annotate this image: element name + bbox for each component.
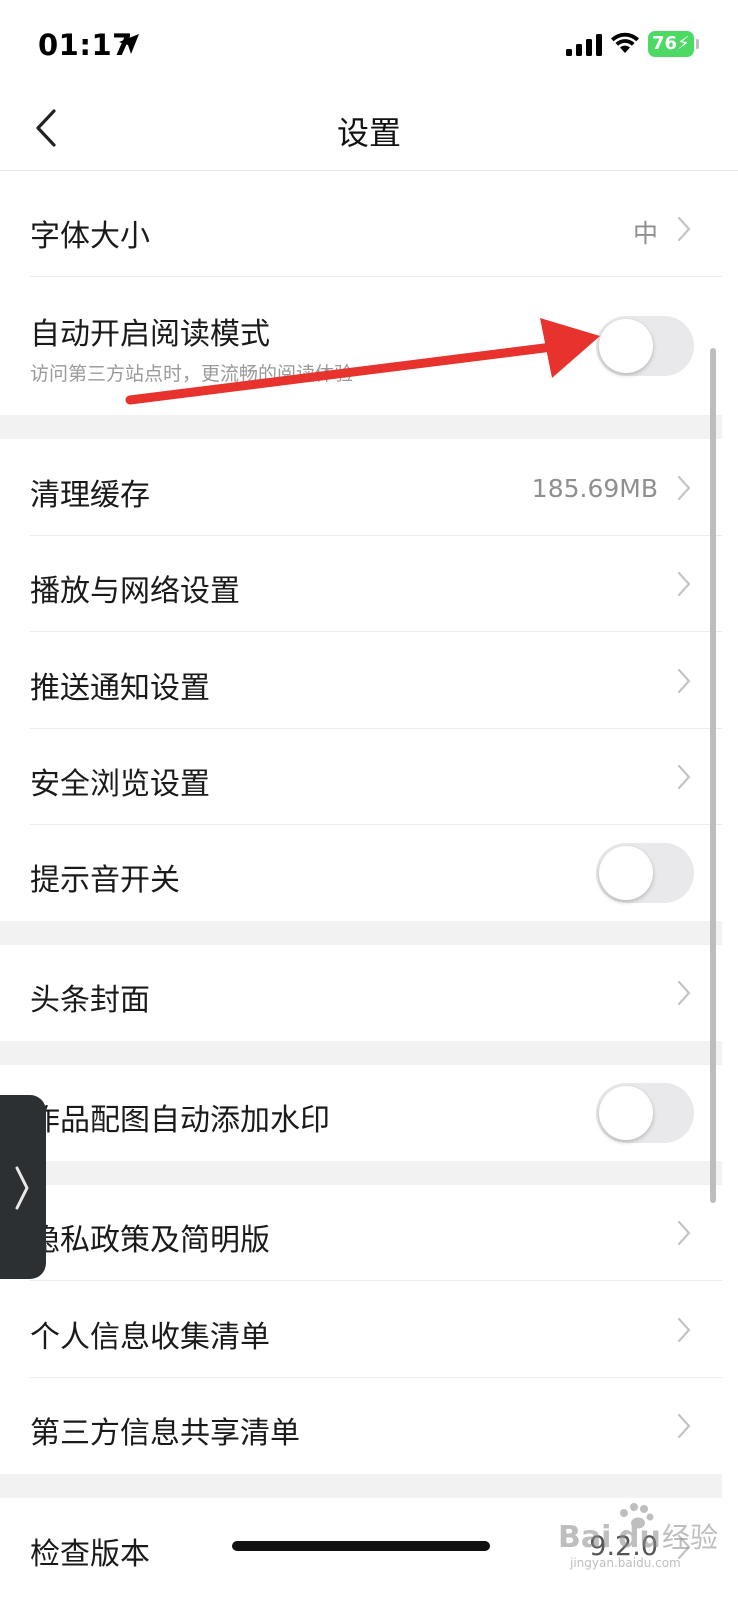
settings-row-privacy-policy[interactable]: 隐私政策及简明版 (0, 1185, 722, 1281)
row-label: 个人信息收集清单 (30, 1320, 270, 1355)
svg-text:du: du (618, 1520, 661, 1555)
settings-row-font-size[interactable]: 字体大小 中 (0, 181, 722, 277)
nav-divider (0, 170, 738, 171)
battery-cap (696, 39, 699, 49)
svg-text:经验: 经验 (662, 1521, 718, 1554)
battery-level: 76 (652, 33, 678, 54)
row-label: 清理缓存 (30, 478, 150, 513)
row-label: 头条封面 (30, 983, 150, 1018)
section-gap (0, 415, 722, 439)
row-label: 自动开启阅读模式 (30, 317, 270, 352)
charging-bolt-icon: ⚡ (677, 33, 690, 54)
home-indicator[interactable] (232, 1541, 490, 1551)
baidu-jingyan-watermark-logo: Bai du 经验 jingyan.baidu.com (558, 1503, 718, 1570)
row-label: 安全浏览设置 (30, 767, 210, 802)
side-expand-icon (15, 1166, 29, 1210)
nav-bar: 设置 (0, 88, 738, 170)
page-title: 设置 (336, 114, 401, 152)
chevron-right-icon (677, 980, 691, 1006)
row-label: 作品配图自动添加水印 (30, 1103, 330, 1138)
row-label: 提示音开关 (30, 863, 180, 898)
row-label: 字体大小 (30, 219, 150, 254)
svg-text:jingyan.baidu.com: jingyan.baidu.com (569, 1556, 681, 1570)
toggle-knob (599, 846, 653, 900)
chevron-right-icon (677, 1317, 691, 1343)
chevron-right-icon (677, 571, 691, 597)
row-subtitle: 访问第三方站点时，更流畅的阅读体验 (30, 363, 354, 385)
sound-toggle[interactable] (596, 843, 694, 903)
chevron-right-icon (677, 216, 691, 242)
row-label: 第三方信息共享清单 (30, 1416, 300, 1451)
settings-row-reading-mode: 自动开启阅读模式 访问第三方站点时，更流畅的阅读体验 (0, 277, 722, 415)
row-label: 播放与网络设置 (30, 574, 240, 609)
settings-row-personal-info[interactable]: 个人信息收集清单 (0, 1281, 722, 1378)
settings-row-push-notifications[interactable]: 推送通知设置 (0, 632, 722, 729)
chevron-right-icon (677, 764, 691, 790)
settings-row-safe-browsing[interactable]: 安全浏览设置 (0, 729, 722, 825)
settings-row-third-party-info[interactable]: 第三方信息共享清单 (0, 1378, 722, 1474)
row-value: 185.69MB (531, 474, 658, 503)
section-gap (0, 1041, 722, 1065)
chevron-right-icon (677, 475, 691, 501)
scrollbar[interactable] (710, 348, 716, 1203)
toggle-knob (599, 1086, 653, 1140)
signal-icon (566, 34, 602, 56)
location-arrow-icon (119, 34, 139, 54)
reading-mode-toggle[interactable] (596, 316, 694, 376)
settings-row-auto-watermark: 作品配图自动添加水印 (0, 1065, 722, 1161)
row-value: 中 (632, 219, 658, 248)
settings-row-sound: 提示音开关 (0, 825, 722, 921)
settings-row-clear-cache[interactable]: 清理缓存 185.69MB (0, 439, 722, 536)
watermark-toggle[interactable] (596, 1083, 694, 1143)
battery-indicator: 76⚡ (648, 31, 694, 57)
row-label: 推送通知设置 (30, 671, 210, 706)
row-label: 检查版本 (30, 1537, 150, 1572)
wifi-icon (611, 32, 639, 53)
chevron-right-icon (677, 1413, 691, 1439)
section-gap (0, 1161, 722, 1185)
settings-row-headline-cover[interactable]: 头条封面 (0, 945, 722, 1041)
section-gap (0, 921, 722, 945)
side-expand-handle[interactable] (0, 1095, 46, 1279)
chevron-right-icon (677, 1220, 691, 1246)
chevron-right-icon (677, 668, 691, 694)
settings-row-playback-network[interactable]: 播放与网络设置 (0, 536, 722, 632)
status-bar: 01:17 76⚡ (0, 0, 738, 88)
row-label: 隐私政策及简明版 (30, 1223, 270, 1258)
svg-text:Bai: Bai (558, 1520, 611, 1555)
toggle-knob (599, 319, 653, 373)
